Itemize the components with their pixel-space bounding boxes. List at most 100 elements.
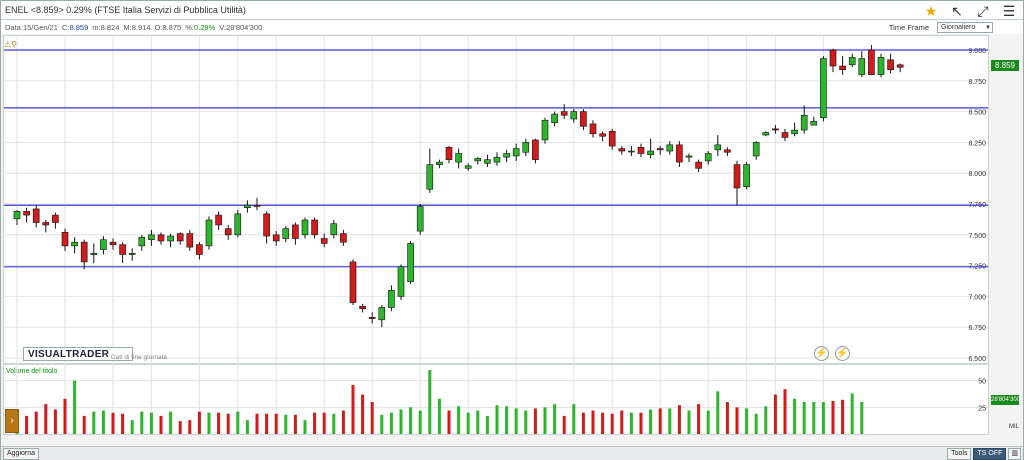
candle-body — [32, 208, 40, 223]
star-icon[interactable]: ★ — [923, 3, 939, 19]
chart-window: ENEL <8.859> 0.29% (FTSE Italia Servizi … — [0, 0, 1024, 460]
candle-body — [388, 289, 395, 308]
candle-body — [800, 114, 808, 131]
candle-body — [791, 129, 798, 135]
price-tick-label: 7.000 — [968, 294, 986, 301]
candle-body — [61, 232, 69, 247]
lightning-icon[interactable]: ⚡ — [814, 346, 829, 361]
candle-body — [551, 113, 558, 123]
title-bar: ENEL <8.859> 0.29% (FTSE Italia Servizi … — [1, 1, 1023, 20]
candle-body — [685, 155, 693, 158]
candle-body — [484, 159, 491, 164]
min-value: 8.824 — [100, 23, 120, 32]
candle-body — [733, 164, 741, 189]
candle-body — [637, 147, 645, 154]
candle-body — [868, 49, 875, 75]
settings-icon[interactable]: ▥ — [1008, 448, 1021, 460]
candle-body — [224, 228, 232, 236]
candle-body — [311, 219, 318, 236]
candle-body — [292, 224, 299, 239]
volume-bar — [831, 400, 835, 434]
close-label: C: — [61, 23, 70, 32]
volume-bar — [217, 412, 221, 434]
volume-badge: 28'804'300 — [991, 395, 1019, 405]
volume-tick-label: 50 — [978, 379, 986, 386]
volume-bar — [677, 405, 681, 434]
volume-bar — [389, 412, 393, 434]
candle-body — [647, 150, 654, 156]
candle-body — [436, 161, 443, 165]
candle-body — [656, 148, 664, 151]
price-tick-label: 9.000 — [968, 48, 986, 55]
volume-bar — [850, 393, 854, 434]
candle-body — [493, 156, 501, 163]
candle-body — [829, 49, 837, 67]
volume-bar — [25, 415, 29, 434]
volume-bar — [533, 408, 537, 434]
volume-bar — [812, 402, 816, 434]
arrow-up-left-icon[interactable]: ↖ — [949, 3, 965, 19]
volume-bar — [73, 380, 77, 434]
volume-bar — [457, 406, 461, 434]
volume-bar — [361, 394, 365, 434]
candle-body — [42, 222, 50, 226]
candle-body — [743, 164, 750, 188]
menu-icon[interactable]: ☰ — [1001, 3, 1017, 19]
candle-body — [820, 58, 827, 119]
lightning-icon[interactable]: ⚡ — [835, 346, 850, 361]
volume-bar — [745, 408, 749, 434]
volume-bar — [581, 412, 585, 434]
volume-bar — [44, 404, 48, 434]
volume-unit: MIL — [1009, 424, 1020, 430]
chart-area[interactable]: 9.000 8.750 8.500 8.250 8.000 7.750 7.500 7.250… — [3, 35, 989, 435]
candle-body — [704, 153, 712, 162]
volume-bar — [399, 409, 403, 434]
candle-body — [560, 111, 568, 116]
volume-bar — [706, 410, 710, 434]
candle-body — [244, 204, 251, 208]
volume-bar — [274, 413, 278, 434]
candle-body — [100, 239, 107, 250]
volume-label: Volume del titolo — [6, 368, 57, 375]
candle-body — [532, 139, 539, 160]
price-tick-label: 8.500 — [968, 110, 986, 117]
volume-bar — [207, 412, 211, 434]
volume-bar — [562, 415, 566, 434]
chart-svg: 9.0008.7508.5008.2508.0007.7507.5007.250… — [4, 36, 988, 434]
candle-body — [71, 241, 78, 247]
candle-body — [580, 111, 587, 127]
price-tick-label: 7.500 — [968, 233, 986, 240]
volume-bar — [437, 398, 441, 434]
volume-bar — [293, 414, 297, 434]
volume-bar — [332, 413, 336, 434]
aggiorna-button[interactable]: Aggiorna — [3, 447, 40, 460]
date-value: 15/Gen/21 — [22, 23, 58, 32]
volume-bar — [639, 412, 643, 434]
volume-bar — [284, 414, 288, 434]
candle-body — [215, 214, 222, 226]
min-label: m: — [92, 23, 101, 32]
candle-body — [176, 233, 184, 242]
price-tick-label: 8.750 — [968, 79, 986, 86]
volume-bar — [159, 415, 163, 434]
collapse-handle-icon[interactable]: › — [5, 409, 19, 433]
expand-icon[interactable]: ⤢ — [975, 3, 991, 19]
ts-off-button[interactable]: TS OFF — [973, 448, 1007, 460]
timeframe-select[interactable]: Giornaliero ▼ — [937, 21, 993, 33]
price-text: <8.859> — [30, 5, 64, 15]
candle-body — [474, 158, 482, 162]
volume-bar — [255, 413, 259, 434]
volume-bar — [447, 410, 451, 434]
candle-body — [599, 133, 606, 137]
candle-body — [196, 244, 203, 255]
tools-button[interactable]: Tools — [947, 448, 972, 460]
candle-body — [455, 153, 462, 163]
volume-bar — [783, 389, 787, 434]
volume-bar — [169, 411, 173, 434]
volume-bar — [245, 420, 249, 434]
candle-body — [628, 150, 635, 153]
volume-bar — [620, 410, 624, 434]
volume-bar — [764, 406, 768, 434]
candle-body — [512, 148, 520, 157]
volume-bar — [485, 415, 489, 434]
